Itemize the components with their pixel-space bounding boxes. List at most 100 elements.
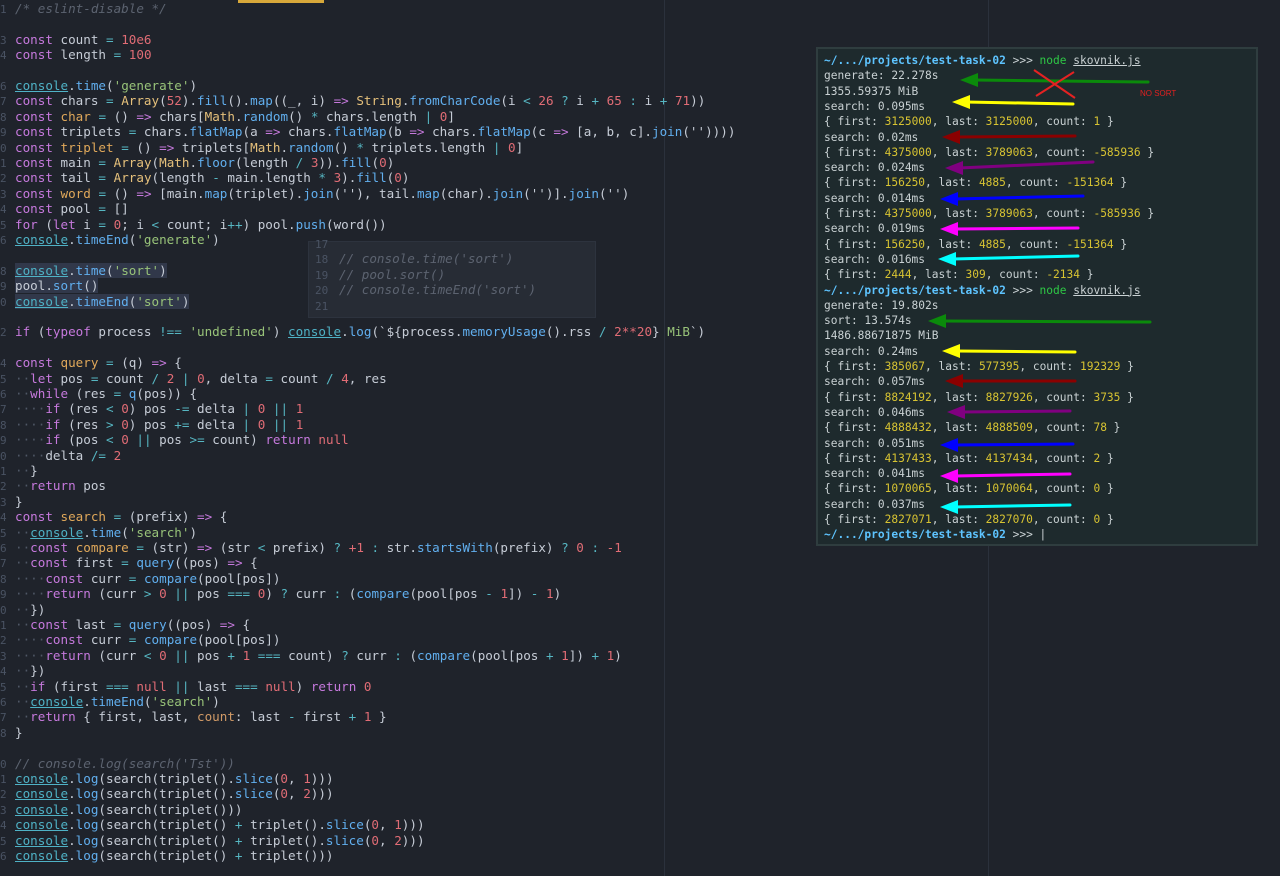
code-token: ··: [15, 601, 31, 617]
code-line[interactable]: 0 console.timeEnd('sort'): [0, 293, 190, 309]
terminal-text: { first:: [824, 237, 885, 251]
code-line[interactable]: 6 console.log(search(triplet() + triplet(…: [0, 848, 334, 863]
terminal-line: { first: 4375000, last: 3789063, count: …: [824, 145, 1154, 160]
code-token: curr: [348, 647, 395, 663]
code-line[interactable]: 0 // console.log(search('Tst')): [0, 756, 235, 771]
code-line[interactable]: 9 ····return (curr > 0 || pos === 0) ? cu…: [0, 586, 561, 601]
code-token: startsWith: [417, 540, 493, 555]
code-line[interactable]: 8}: [0, 725, 23, 740]
code-line[interactable]: [0, 740, 15, 755]
code-line[interactable]: 0 ····delta /= 2: [0, 448, 121, 463]
code-line[interactable]: 6 ··const compare = (str) => (str < prefi…: [0, 540, 622, 555]
code-line[interactable]: 1 ··const last = query((pos) => {: [0, 617, 250, 632]
terminal-text: }: [1100, 513, 1114, 526]
code-line[interactable]: 4 const pool = []: [0, 201, 129, 216]
code-line[interactable]: 6 ··console.timeEnd('search'): [0, 694, 220, 709]
code-line[interactable]: 4 ··}): [0, 663, 45, 678]
code-token: ) pos: [128, 416, 175, 432]
terminal-text: ~/.../projects/test-task-02: [824, 283, 1006, 297]
code-line[interactable]: 8 ····const curr = compare(pool[pos]): [0, 571, 280, 586]
code-line[interactable]: [0, 63, 15, 78]
code-line[interactable]: 6 console.timeEnd('generate'): [0, 232, 220, 247]
code-line[interactable]: 1 ··}: [0, 463, 38, 478]
code-line[interactable]: [0, 309, 15, 324]
line-number: 6: [0, 234, 7, 247]
terminal-line: generate: 19.802s: [824, 298, 939, 313]
terminal-line: search: 0.095ms: [824, 99, 925, 114]
terminal-text: , count:: [985, 268, 1047, 282]
terminal-line: search: 0.024ms: [824, 160, 925, 175]
code-line[interactable]: 2 ··return pos: [0, 478, 106, 493]
code-token: 2**20: [614, 324, 653, 340]
code-text: console.time('sort'): [15, 262, 167, 278]
code-line[interactable]: 4 const query = (q) => {: [0, 355, 182, 370]
code-line[interactable]: 6 console.time('generate'): [0, 78, 197, 93]
code-line[interactable]: 9 ····if (pos < 0 || pos >= count) return…: [0, 432, 349, 447]
code-line[interactable]: [0, 16, 15, 31]
terminal-text: search: 0.019ms: [824, 222, 926, 236]
code-token: (pool[pos]): [197, 570, 281, 586]
code-line[interactable]: 1 /* eslint-disable */: [0, 1, 167, 16]
code-text: ··console.timeEnd('search'): [15, 694, 220, 709]
line-number: 7: [0, 557, 7, 571]
code-line[interactable]: 0 ··}): [0, 602, 45, 617]
code-line[interactable]: 4 const length = 100: [0, 47, 152, 62]
code-token: console: [15, 771, 69, 786]
code-line[interactable]: 6 ··while (res = q(pos)) {: [0, 386, 197, 401]
code-line[interactable]: 2 console.log(search(triplet().slice(0, 2…: [0, 786, 334, 801]
terminal-text: , last:: [931, 513, 986, 526]
code-line[interactable]: 1 const main = Array(Math.floor(length / …: [0, 155, 394, 170]
code-line[interactable]: [0, 247, 15, 262]
code-line[interactable]: 5 ··if (first === null || last === null) …: [0, 679, 372, 694]
code-line[interactable]: 3}: [0, 494, 23, 509]
code-token: log: [75, 801, 99, 817]
code-text: ··while (res = q(pos)) {: [15, 386, 197, 401]
code-token: count: [272, 370, 327, 386]
code-line[interactable]: 3 console.log(search(triplet())): [0, 802, 242, 817]
code-token: =>: [136, 108, 152, 124]
code-token: )): [690, 93, 706, 109]
code-line[interactable]: 9 pool.sort(): [0, 278, 99, 294]
code-line[interactable]: 5 ··console.time('search'): [0, 525, 197, 540]
code-line[interactable]: 5 ··let pos = count / 2 | 0, delta = coun…: [0, 371, 387, 386]
code-line[interactable]: 3 ····return (curr < 0 || pos + 1 === cou…: [0, 648, 622, 663]
code-token: 0: [159, 586, 167, 602]
code-line[interactable]: 7 ····if (res < 0) pos -= delta | 0 || 1: [0, 401, 303, 416]
peek-panel[interactable]: 17 18 // console.time('sort') 19 // pool.sor…: [308, 238, 596, 318]
code-line[interactable]: 4 const search = (prefix) => {: [0, 509, 227, 524]
code-token: ,: [379, 832, 395, 848]
code-line[interactable]: 5 console.log(search(triplet() + triplet(…: [0, 833, 425, 848]
code-line[interactable]: 2 ····const curr = compare(pool[pos]): [0, 632, 280, 647]
code-token: ··: [15, 694, 31, 709]
code-token: 0: [576, 540, 584, 555]
code-line[interactable]: 3 const count = 10e6: [0, 32, 152, 47]
code-token: console: [30, 524, 84, 540]
code-line[interactable]: 4 console.log(search(triplet() + triplet(…: [0, 817, 425, 832]
code-line[interactable]: 8 const char = () => chars[Math.random() …: [0, 109, 455, 124]
code-token: ): [386, 155, 395, 170]
code-line[interactable]: [0, 340, 15, 355]
code-line[interactable]: 9 const triplets = chars.flatMap(a => cha…: [0, 124, 735, 139]
code-text: console.log(search(triplet() + triplet()…: [15, 848, 334, 863]
code-token: {: [212, 509, 228, 525]
code-line[interactable]: 7 ··return { first, last, count: last - f…: [0, 709, 387, 724]
code-line[interactable]: 5 for (let i = 0; i < count; i++) pool.pu…: [0, 217, 387, 232]
code-line[interactable]: 0 const triplet = () => triplets[Math.ran…: [0, 140, 523, 155]
code-line[interactable]: 7 ··const first = query((pos) => {: [0, 555, 258, 570]
code-line[interactable]: 1 console.log(search(triplet().slice(0, 1…: [0, 771, 334, 786]
code-token: return: [45, 586, 91, 602]
code-token: count): [280, 647, 342, 663]
code-line[interactable]: 3 const word = () => [main.map(triplet).j…: [0, 186, 629, 201]
code-line[interactable]: 8 console.time('sort'): [0, 262, 167, 278]
terminal-window[interactable]: ~/.../projects/test-task-02 >>> node sko…: [816, 47, 1258, 546]
code-line[interactable]: 7 const chars = Array(52).fill().map((_, …: [0, 93, 705, 108]
code-line[interactable]: 2 const tail = Array(length - main.length…: [0, 170, 409, 185]
code-line[interactable]: 8 ····if (res > 0) pos += delta | 0 || 1: [0, 417, 303, 432]
terminal-line: { first: 4137433, last: 4137434, count: …: [824, 451, 1114, 466]
code-line[interactable]: 2 if (typeof process !== 'undefined') con…: [0, 324, 705, 339]
line-number: 7: [0, 403, 7, 417]
code-token: ]): [568, 647, 592, 663]
